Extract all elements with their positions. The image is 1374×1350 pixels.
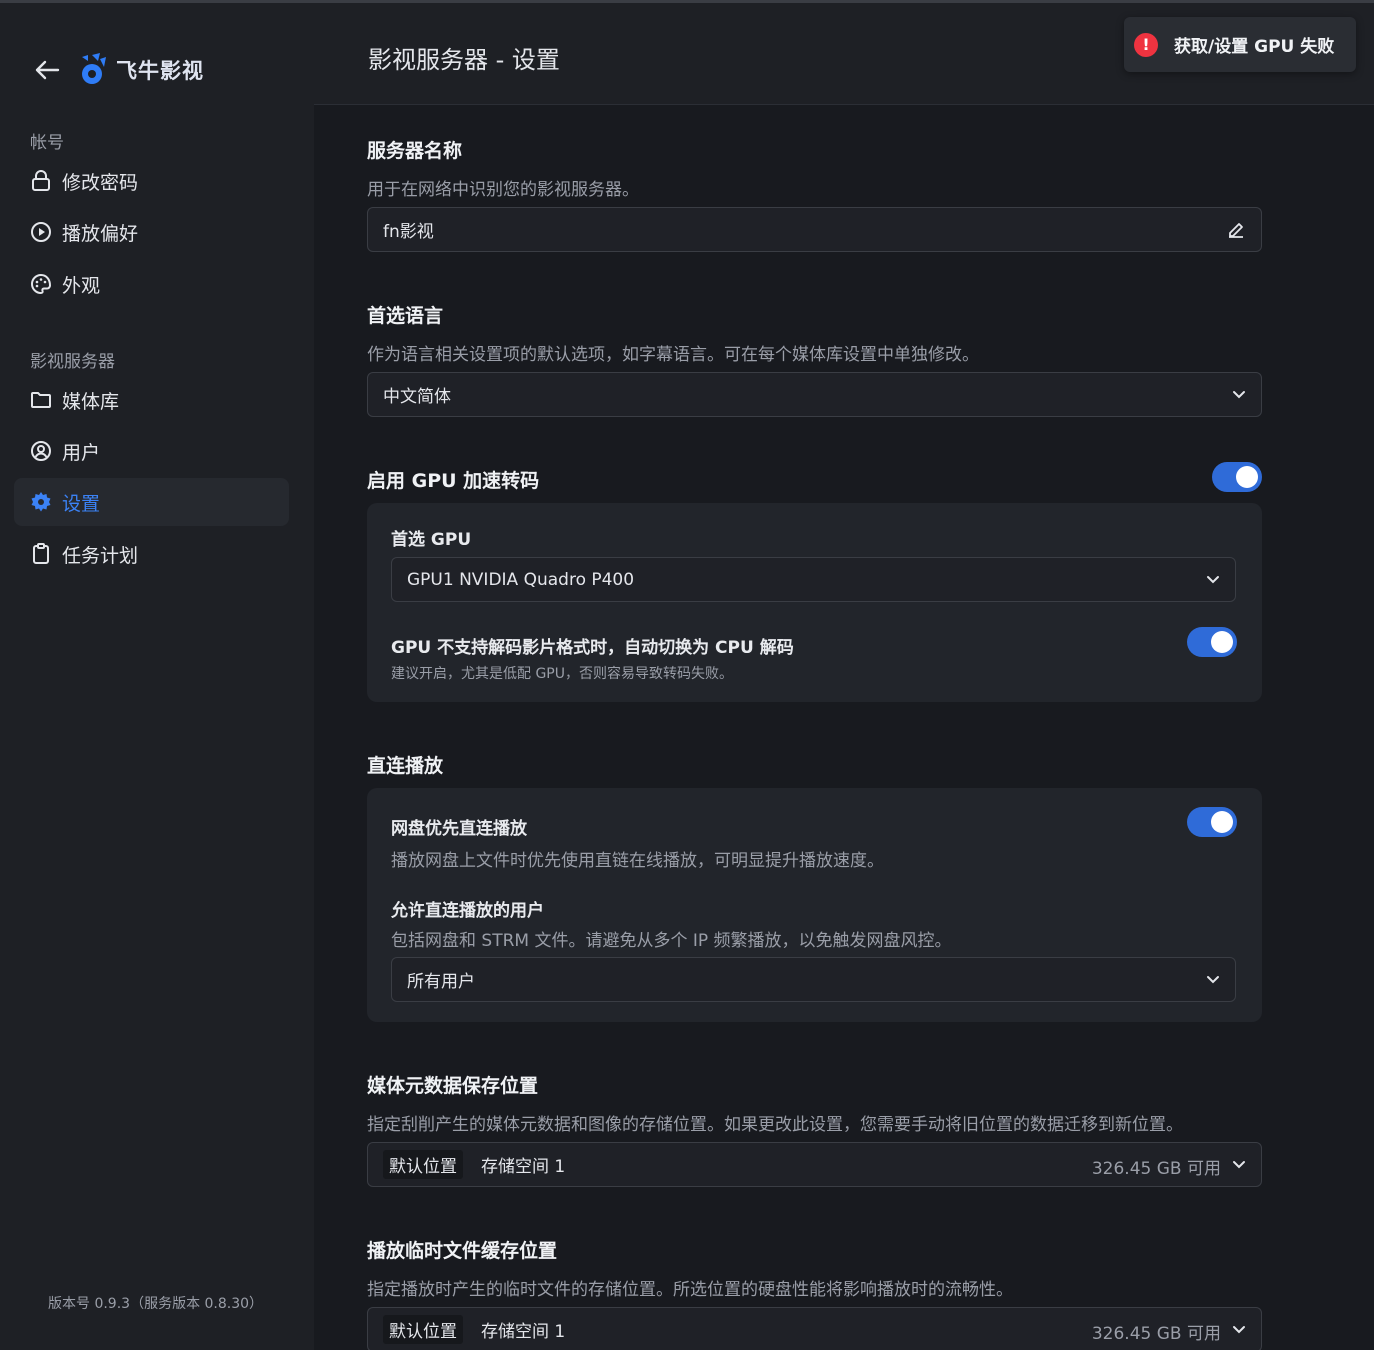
sidebar-item-label: 用户: [62, 441, 101, 464]
cpu-fallback-desc: 建议开启，尤其是低配 GPU，否则容易导致转码失败。: [391, 666, 733, 682]
sidebar-item-label: 外观: [62, 274, 101, 297]
play-circle-icon: [30, 221, 52, 243]
error-toast[interactable]: ! 获取/设置 GPU 失败: [1124, 17, 1356, 72]
sidebar-item-label: 设置: [62, 492, 101, 515]
direct-play-title: 直连播放: [367, 755, 444, 777]
brand: 飞牛影视: [32, 53, 204, 87]
header: 影视服务器 - 设置 ! 获取/设置 GPU 失败: [314, 3, 1374, 105]
server-name-field[interactable]: fn影视: [367, 207, 1262, 252]
chevron-down-icon: [1233, 1161, 1245, 1169]
user-circle-icon: [30, 440, 52, 462]
server-name-title: 服务器名称: [367, 140, 463, 162]
netdisk-direct-toggle[interactable]: [1187, 807, 1237, 837]
sidebar-item-playback-preferences[interactable]: 播放偏好: [14, 208, 289, 256]
cache-location-select[interactable]: 默认位置 存储空间 1 326.45 GB 可用: [367, 1307, 1262, 1350]
cpu-fallback-title: GPU 不支持解码影片格式时，自动切换为 CPU 解码: [391, 638, 794, 658]
chevron-down-icon: [1207, 576, 1219, 584]
direct-users-select[interactable]: 所有用户: [391, 957, 1236, 1002]
cache-location-desc: 指定播放时产生的临时文件的存储位置。所选位置的硬盘性能将影响播放时的流畅性。: [367, 1280, 1013, 1300]
preferred-gpu-value: GPU1 NVIDIA Quadro P400: [407, 569, 635, 590]
sidebar-item-label: 任务计划: [62, 544, 139, 567]
version-label: 版本号 0.9.3（服务版本 0.8.30）: [48, 1296, 264, 1312]
edit-pencil-icon[interactable]: [1225, 219, 1247, 241]
netdisk-direct-title: 网盘优先直连播放: [391, 819, 527, 839]
gpu-title: 启用 GPU 加速转码: [367, 470, 540, 492]
metadata-available-space: 326.45 GB 可用: [1091, 1159, 1221, 1179]
netdisk-direct-desc: 播放网盘上文件时优先使用直链在线播放，可明显提升播放速度。: [391, 851, 884, 871]
cache-available-space: 326.45 GB 可用: [1091, 1324, 1221, 1344]
sidebar-item-appearance[interactable]: 外观: [14, 260, 289, 308]
sidebar-section-media-server: 影视服务器: [30, 352, 115, 372]
error-icon: !: [1134, 32, 1158, 57]
cache-location-title: 播放临时文件缓存位置: [367, 1240, 558, 1262]
chevron-down-icon: [1233, 391, 1245, 399]
gpu-accel-toggle[interactable]: [1212, 462, 1262, 492]
preferred-gpu-select[interactable]: GPU1 NVIDIA Quadro P400: [391, 557, 1236, 602]
default-location-tag: 默认位置: [383, 1150, 463, 1179]
language-select[interactable]: 中文简体: [367, 372, 1262, 417]
metadata-storage-value: 存储空间 1: [481, 1157, 566, 1177]
direct-users-value: 所有用户: [407, 972, 475, 992]
gpu-card: 首选 GPU GPU1 NVIDIA Quadro P400 GPU 不支持解码…: [367, 503, 1262, 702]
direct-users-title: 允许直连播放的用户: [391, 901, 544, 921]
page-title: 影视服务器 - 设置: [368, 46, 560, 74]
server-name-desc: 用于在网络中识别您的影视服务器。: [367, 180, 639, 200]
direct-users-desc: 包括网盘和 STRM 文件。请避免从多个 IP 频繁播放，以免触发网盘风控。: [391, 931, 952, 951]
lock-icon: [30, 170, 52, 192]
clipboard-icon: [30, 543, 52, 565]
sidebar-item-label: 修改密码: [62, 171, 139, 194]
sidebar: 飞牛影视 帐号 修改密码 播放偏好 外观 影视服务器 媒体库 用户 设置 任务计…: [0, 3, 314, 1350]
brand-name: 飞牛影视: [116, 59, 204, 83]
language-desc: 作为语言相关设置项的默认选项，如字幕语言。可在每个媒体库设置中单独修改。: [367, 345, 979, 365]
sidebar-item-scheduled-tasks[interactable]: 任务计划: [14, 530, 289, 578]
server-name-value: fn影视: [383, 222, 434, 242]
language-title: 首选语言: [367, 305, 444, 327]
settings-content: 服务器名称 用于在网络中识别您的影视服务器。 fn影视 首选语言 作为语言相关设…: [314, 106, 1374, 1350]
direct-play-card: 网盘优先直连播放 播放网盘上文件时优先使用直链在线播放，可明显提升播放速度。 允…: [367, 788, 1262, 1022]
sidebar-item-label: 播放偏好: [62, 222, 139, 245]
cpu-fallback-toggle[interactable]: [1187, 627, 1237, 657]
cache-storage-value: 存储空间 1: [481, 1322, 566, 1342]
sidebar-item-media-library[interactable]: 媒体库: [14, 376, 289, 424]
sidebar-section-account: 帐号: [30, 133, 64, 153]
feiniu-logo-icon: [82, 53, 106, 84]
metadata-location-desc: 指定刮削产生的媒体元数据和图像的存储位置。如果更改此设置，您需要手动将旧位置的数…: [367, 1115, 1183, 1135]
back-arrow-icon[interactable]: [32, 55, 62, 85]
sidebar-item-change-password[interactable]: 修改密码: [14, 157, 289, 205]
preferred-gpu-title: 首选 GPU: [391, 530, 472, 550]
default-location-tag: 默认位置: [383, 1315, 463, 1344]
folder-icon: [30, 389, 52, 411]
palette-icon: [30, 273, 52, 295]
sidebar-item-users[interactable]: 用户: [14, 427, 289, 475]
toast-message: 获取/设置 GPU 失败: [1174, 37, 1335, 57]
metadata-location-title: 媒体元数据保存位置: [367, 1075, 539, 1097]
metadata-location-select[interactable]: 默认位置 存储空间 1 326.45 GB 可用: [367, 1142, 1262, 1187]
gear-icon: [30, 491, 52, 513]
sidebar-item-settings[interactable]: 设置: [14, 478, 289, 526]
chevron-down-icon: [1207, 976, 1219, 984]
sidebar-item-label: 媒体库: [62, 390, 120, 413]
language-value: 中文简体: [383, 387, 451, 407]
chevron-down-icon: [1233, 1326, 1245, 1334]
